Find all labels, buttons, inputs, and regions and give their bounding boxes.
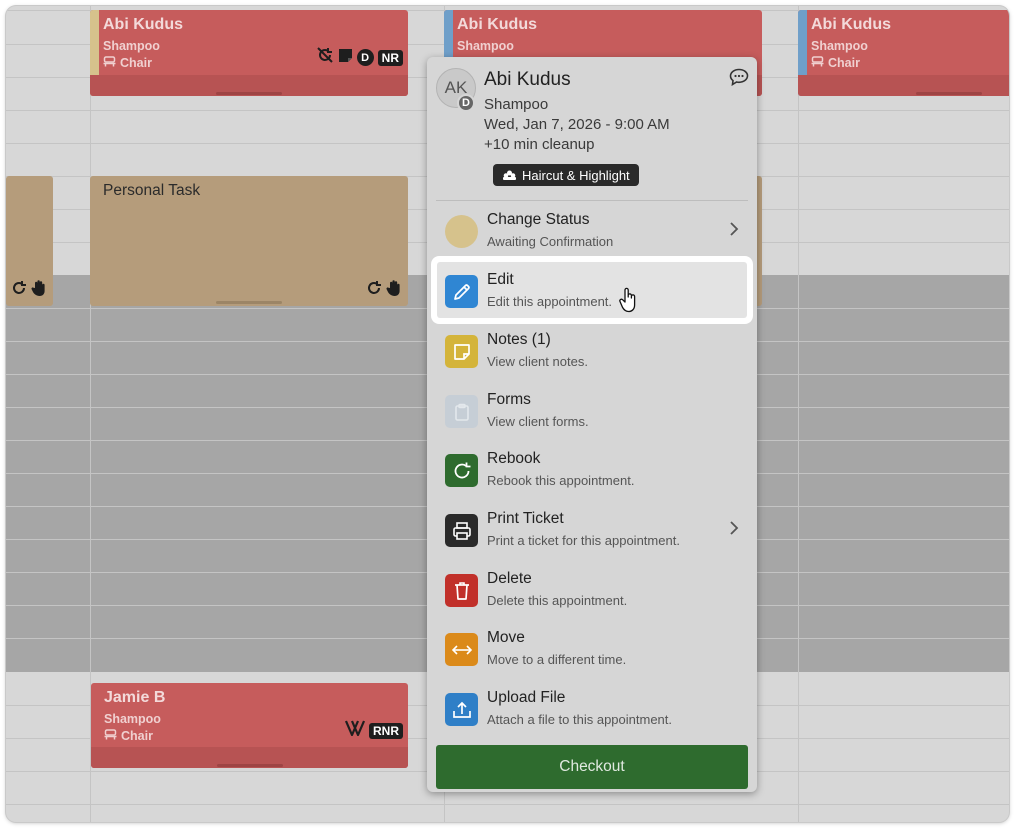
menu-item-subtitle: Move to a different time. [487, 652, 627, 667]
grid-line [6, 804, 1009, 805]
hand-cursor-icon [619, 287, 636, 313]
menu-item-title: Delete [487, 570, 532, 587]
chair-icon [103, 56, 116, 70]
upload-file-item[interactable]: Upload File Attach a file to this appoin… [437, 680, 747, 736]
move-arrows-icon [445, 633, 478, 666]
move-item[interactable]: Move Move to a different time. [437, 620, 747, 676]
resize-handle[interactable] [216, 764, 283, 767]
appointment-indicators: D NR [316, 46, 403, 69]
menu-item-subtitle: Awaiting Confirmation [487, 234, 614, 249]
appointment-card[interactable]: Jamie B Shampoo Chair RNR [91, 683, 408, 768]
chat-bubble-icon [729, 68, 749, 87]
nr-badge: NR [377, 49, 403, 66]
task-card[interactable] [6, 176, 53, 306]
service-tag-label: Haircut & Highlight [522, 167, 630, 183]
appointment-resource-label: Chair [120, 56, 152, 70]
menu-item-title: Upload File [487, 689, 566, 706]
menu-item-title: Forms [487, 391, 531, 408]
appointment-resource: Chair [811, 56, 860, 70]
appointment-service: Shampoo [103, 39, 160, 53]
trash-icon [445, 574, 478, 607]
appointment-resource-label: Chair [828, 56, 860, 70]
appointment-service: Shampoo [457, 39, 514, 53]
appointment-datetime: Wed, Jan 7, 2026 - 9:00 AM [484, 116, 670, 133]
appointment-resource: Chair [103, 56, 152, 70]
menu-item-title: Change Status [487, 211, 590, 228]
menu-item-subtitle: Delete this appointment. [487, 593, 628, 608]
menu-item-subtitle: Print a ticket for this appointment. [487, 533, 680, 548]
edit-item[interactable]: Edit Edit this appointment. [437, 262, 747, 318]
menu-item-subtitle: Rebook this appointment. [487, 473, 635, 488]
online-booking-icon [344, 720, 366, 741]
service-tag: Haircut & Highlight [493, 164, 639, 186]
appointment-card[interactable]: Abi Kudus Shampoo Chair [798, 10, 1009, 96]
change-status-item[interactable]: Change Status Awaiting Confirmation [437, 202, 747, 258]
resize-handle[interactable] [216, 92, 282, 95]
chair-icon [104, 729, 117, 743]
no-rebook-icon [316, 46, 334, 69]
appointment-resource-label: Chair [121, 729, 153, 743]
flower-icon [503, 170, 516, 180]
task-card[interactable]: Personal Task [90, 176, 408, 306]
menu-item-title: Rebook [487, 450, 541, 467]
deposit-badge: D [356, 49, 374, 66]
divider [436, 200, 748, 201]
chevron-right-icon [730, 222, 739, 236]
menu-item-subtitle: View client forms. [487, 414, 589, 429]
status-dot-icon [445, 215, 478, 248]
menu-item-title: Notes (1) [487, 331, 551, 348]
appointment-service: Shampoo [811, 39, 868, 53]
resize-handle[interactable] [915, 92, 982, 95]
pencil-icon [445, 275, 478, 308]
recurring-icon [11, 280, 27, 301]
upload-icon [445, 693, 478, 726]
hand-icon [386, 279, 403, 302]
appointment-client-name: Jamie B [104, 689, 166, 706]
rebook-icon [445, 454, 478, 487]
delete-item[interactable]: Delete Delete this appointment. [437, 561, 747, 617]
avatar-badge: D [457, 94, 475, 112]
chair-icon [811, 56, 824, 70]
card-footer [90, 75, 408, 96]
card-footer [91, 747, 408, 768]
appointment-popup: AK D Abi Kudus Shampoo Wed, Jan 7, 2026 … [427, 57, 757, 792]
appointment-client-name: Abi Kudus [811, 16, 891, 33]
appointment-card[interactable]: Abi Kudus Shampoo Chair D NR [90, 10, 408, 96]
note-icon [338, 48, 353, 68]
client-name[interactable]: Abi Kudus [484, 69, 571, 91]
checkout-button[interactable]: Checkout [436, 745, 748, 789]
appointment-indicators: RNR [344, 720, 403, 741]
recurring-icon [366, 280, 382, 301]
appointment-client-name: Abi Kudus [457, 16, 537, 33]
message-button[interactable] [729, 68, 751, 88]
menu-item-subtitle: Edit this appointment. [487, 294, 613, 309]
note-icon [445, 335, 478, 368]
menu-item-title: Edit [487, 271, 514, 288]
menu-item-subtitle: Attach a file to this appointment. [487, 712, 672, 727]
client-service: Shampoo [484, 96, 549, 113]
task-indicators [366, 279, 403, 302]
chevron-right-icon [730, 521, 739, 535]
notes-item[interactable]: Notes (1) View client notes. [437, 322, 747, 378]
appointment-client-name: Abi Kudus [103, 16, 183, 33]
appointment-resource: Chair [104, 729, 153, 743]
rebook-item[interactable]: Rebook Rebook this appointment. [437, 441, 747, 497]
print-ticket-item[interactable]: Print Ticket Print a ticket for this app… [437, 501, 747, 557]
resize-handle[interactable] [216, 301, 282, 304]
card-footer [798, 75, 1009, 96]
menu-item-title: Print Ticket [487, 510, 564, 527]
task-name: Personal Task [103, 182, 201, 199]
clipboard-icon [445, 395, 478, 428]
menu-item-title: Move [487, 629, 525, 646]
column-line [798, 6, 799, 822]
appointment-service: Shampoo [104, 712, 161, 726]
hand-icon [31, 279, 48, 302]
printer-icon [445, 514, 478, 547]
cleanup-time: +10 min cleanup [484, 136, 595, 153]
menu-item-subtitle: View client notes. [487, 354, 588, 369]
calendar-grid: Abi Kudus Shampoo Chair D NR Abi Kudus S… [6, 6, 1009, 822]
task-indicators [11, 279, 48, 302]
forms-item[interactable]: Forms View client forms. [437, 382, 747, 438]
rnr-badge: RNR [369, 722, 403, 739]
